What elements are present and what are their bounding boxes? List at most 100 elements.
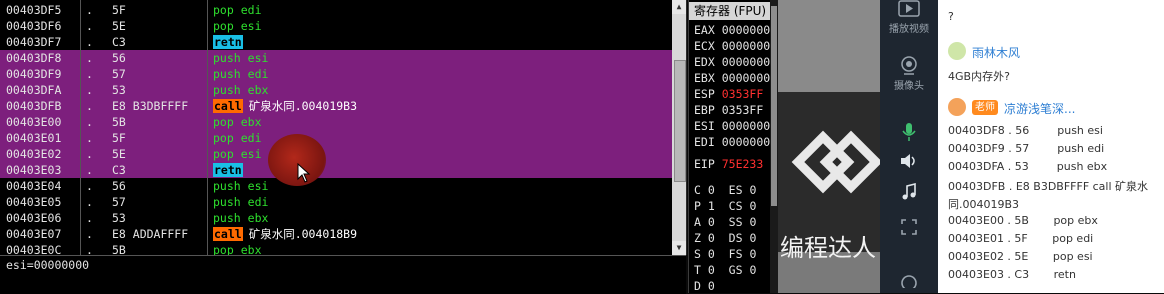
chat-panel: ? 雨林木风 4GB内存外? 老师 凉游浅笔深... 00403DF8 . 56… — [938, 0, 1164, 293]
flag-name: P — [694, 199, 701, 213]
chat-message-line: 00403E02 . 5E pop esi — [948, 250, 1093, 263]
row-address: 00403E07 — [6, 227, 62, 241]
register-name: EAX — [694, 23, 715, 37]
row-address: 00403E04 — [6, 179, 62, 193]
row-marker: . — [86, 35, 93, 49]
more-button[interactable] — [880, 272, 938, 288]
flag-row[interactable]: A 0 SS 0 — [694, 214, 756, 230]
row-instruction: push edi — [213, 194, 268, 210]
flag-row[interactable]: Z 0 DS 0 — [694, 230, 756, 246]
disasm-row[interactable]: 00403DF9. 57 push edi — [0, 66, 672, 82]
disassembly-pane[interactable]: 00403DF5. 5F pop edi 00403DF6. 5E pop esi 0040… — [0, 0, 687, 255]
disasm-row[interactable]: 00403E00. 5B pop ebx — [0, 114, 672, 130]
register-value: 0353FF — [721, 103, 764, 117]
register-row[interactable]: ESI 00000000 — [694, 118, 773, 134]
register-value: 0353FF — [721, 87, 764, 101]
segment-value: 0 — [749, 199, 757, 213]
column-separator — [80, 0, 81, 255]
disasm-row[interactable]: 00403E02. 5E pop esi — [0, 146, 672, 162]
disasm-row[interactable]: 00403DF7. C3 retn — [0, 34, 672, 50]
chat-username[interactable]: 雨林木风 — [972, 44, 1020, 61]
disasm-row[interactable]: 00403E05. 57 push edi — [0, 194, 672, 210]
disasm-row[interactable]: 00403E04. 56 push esi — [0, 178, 672, 194]
chat-message-line: 00403DFA . 53 push ebx — [948, 160, 1108, 173]
row-address: 00403E0C — [6, 243, 62, 255]
row-hex: 5E — [112, 19, 126, 33]
segment-value: 0 — [749, 215, 757, 229]
flag-bit: 1 — [707, 199, 715, 213]
row-instruction: pop ebx — [213, 114, 262, 130]
row-instruction: pop esi — [213, 18, 262, 34]
scroll-down-icon[interactable]: ▼ — [672, 241, 686, 255]
chat-message-line: 00403DF8 . 56 push esi — [948, 124, 1103, 137]
register-name: ESI — [694, 119, 715, 133]
scroll-thumb[interactable] — [674, 60, 686, 182]
flag-row[interactable]: T 0 GS 0 — [694, 262, 756, 278]
row-address: 00403DF6 — [6, 19, 62, 33]
register-row[interactable]: ECX 00000000 — [694, 38, 773, 54]
register-row[interactable]: EBX 00000000 — [694, 70, 773, 86]
row-mnemonic: push — [213, 195, 241, 209]
disasm-row[interactable]: 00403DF5. 5F pop edi — [0, 2, 672, 18]
row-mnemonic: push — [213, 179, 241, 193]
segment-value: 0 — [749, 231, 757, 245]
fullscreen-button[interactable] — [880, 218, 938, 236]
flag-name: D — [694, 279, 701, 293]
row-instruction: push ebx — [213, 210, 268, 226]
row-instruction: pop edi — [213, 130, 262, 146]
disasm-row[interactable]: 00403E01. 5F pop edi — [0, 130, 672, 146]
avatar — [948, 98, 966, 116]
row-instruction: retn — [213, 162, 243, 178]
disassembly-scrollbar[interactable]: ▲ ▼ — [672, 0, 686, 255]
disasm-row[interactable]: 00403DFA. 53 push ebx — [0, 82, 672, 98]
disasm-row[interactable]: 00403E07. E8 ADDAFFFF call 矿泉水同.004018B9 — [0, 226, 672, 242]
row-marker: . — [86, 163, 93, 177]
register-row[interactable]: EBP 0353FF — [694, 102, 763, 118]
flag-row[interactable]: C 0 ES 0 — [694, 182, 756, 198]
register-row[interactable]: EIP 75E233 — [694, 156, 763, 172]
camera-button[interactable]: 摄像头 — [880, 55, 938, 92]
register-name: EIP — [694, 157, 715, 171]
flag-row[interactable]: P 1 CS 0 — [694, 198, 756, 214]
pane-splitter[interactable] — [770, 0, 778, 293]
chat-username[interactable]: 凉游浅笔深... — [1004, 100, 1075, 117]
row-marker: . — [86, 51, 93, 65]
row-operand: edi — [240, 3, 262, 17]
register-name: ESP — [694, 87, 715, 101]
scroll-up-icon[interactable]: ▲ — [672, 0, 686, 14]
disasm-row[interactable]: 00403DFB. E8 B3DBFFFF call 矿泉水同.004019B3 — [0, 98, 672, 114]
register-row[interactable]: EDI 00000000 — [694, 134, 773, 150]
registers-pane[interactable]: 寄存器 (FPU) EAX 00000000 ECX 00000000 EDX 00… — [688, 0, 773, 293]
segment-name: ES — [728, 183, 743, 197]
register-value: 75E233 — [721, 157, 764, 171]
chat-message: ? — [948, 10, 954, 23]
register-row[interactable]: EAX 00000000 — [694, 22, 773, 38]
row-mnemonic: push — [213, 51, 241, 65]
fullscreen-icon — [901, 219, 917, 235]
chat-message-line: 00403E00 . 5B pop ebx — [948, 214, 1098, 227]
row-instruction: pop esi — [213, 146, 262, 162]
disasm-row[interactable]: 00403DF6. 5E pop esi — [0, 18, 672, 34]
microphone-button[interactable] — [880, 122, 938, 142]
disasm-row[interactable]: 00403E0C. 5B pop ebx — [0, 242, 672, 255]
volume-button[interactable] — [880, 152, 938, 170]
register-row[interactable]: ESP 0353FF — [694, 86, 763, 102]
row-operand: esi — [247, 179, 269, 193]
disasm-row[interactable]: 00403E03. C3 retn — [0, 162, 672, 178]
disasm-row[interactable]: 00403E06. 53 push ebx — [0, 210, 672, 226]
flag-row[interactable]: S 0 FS 0 — [694, 246, 756, 262]
row-marker: . — [86, 195, 93, 209]
row-address: 00403E02 — [6, 147, 62, 161]
music-button[interactable] — [880, 183, 938, 201]
flag-row[interactable]: D 0 — [694, 278, 736, 293]
row-mnemonic: pop — [213, 115, 234, 129]
row-operand: esi — [240, 147, 262, 161]
play-video-button[interactable]: 播放视频 — [880, 0, 938, 35]
flag-name: S — [694, 247, 701, 261]
flag-bit: 0 — [707, 263, 715, 277]
mouse-pointer-icon — [297, 163, 311, 183]
register-row[interactable]: EDX 00000000 — [694, 54, 773, 70]
row-marker: . — [86, 3, 93, 17]
disasm-row[interactable]: 00403DF8. 56 push esi — [0, 50, 672, 66]
registers-title: 寄存器 (FPU) — [689, 2, 773, 20]
